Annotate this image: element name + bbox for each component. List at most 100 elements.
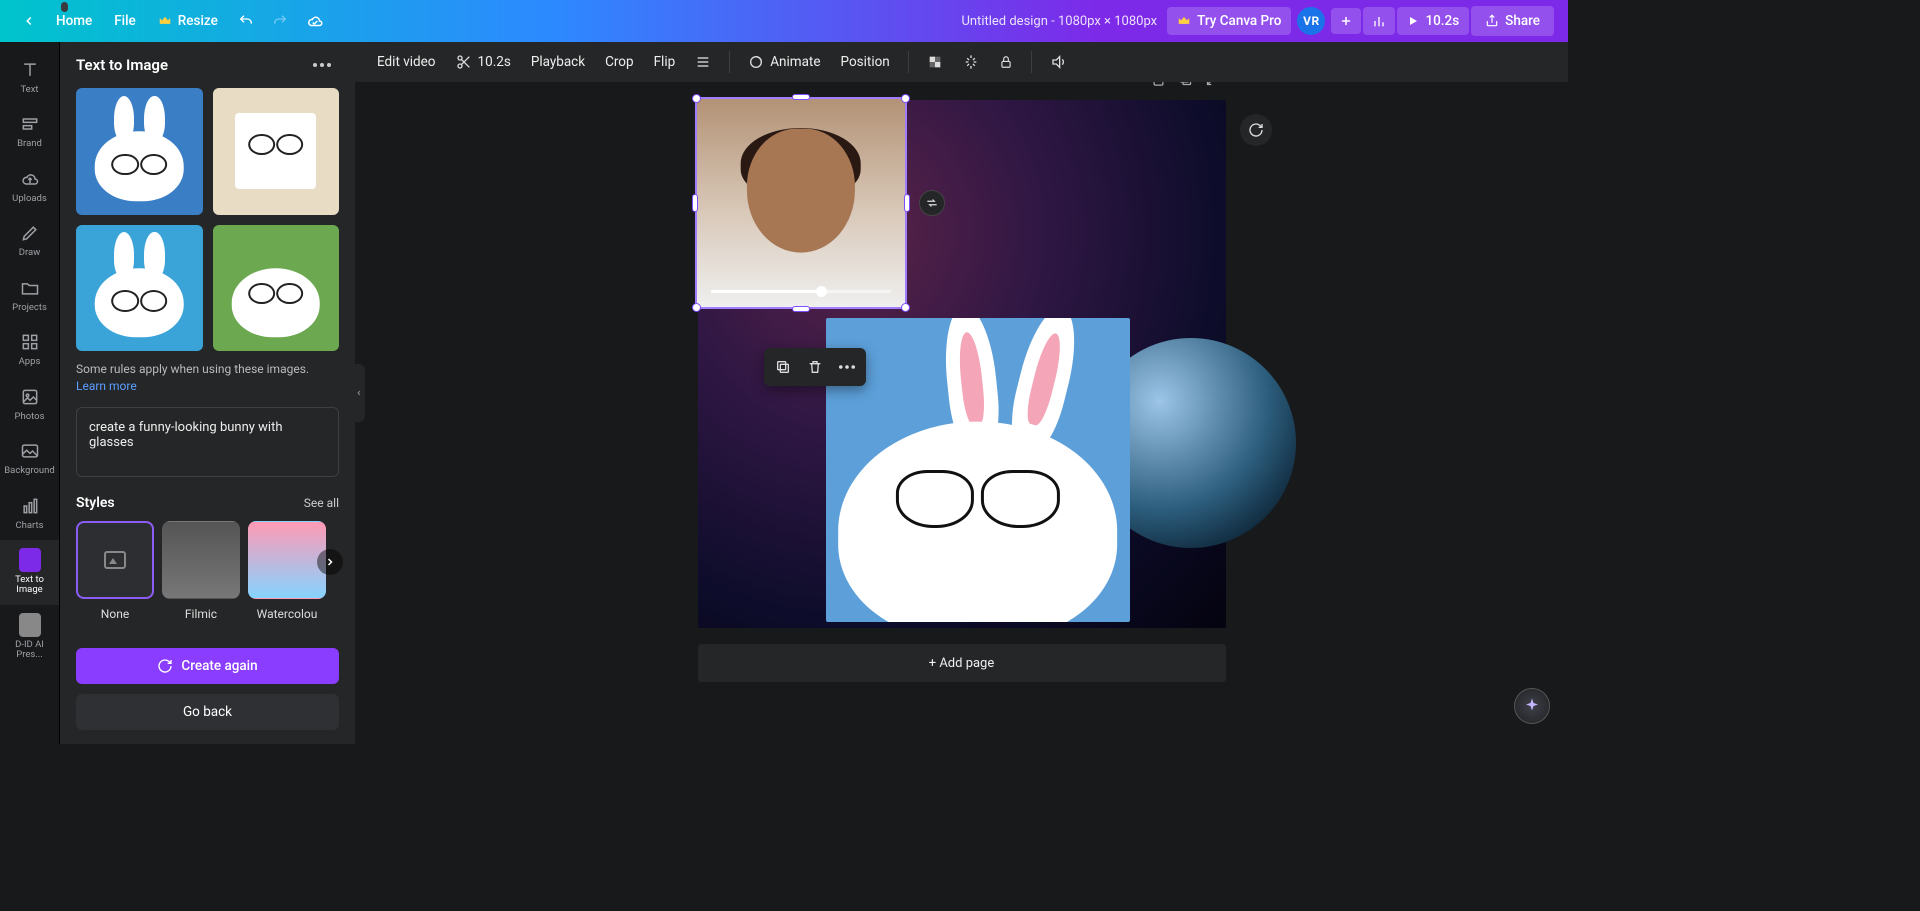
try-pro-button[interactable]: Try Canva Pro <box>1167 7 1291 35</box>
style-none[interactable]: None <box>76 521 154 621</box>
resize-handle[interactable] <box>692 94 701 103</box>
speaker-icon <box>1050 54 1068 70</box>
rail-text[interactable]: Text <box>0 50 59 104</box>
resize-handle[interactable] <box>792 94 810 100</box>
design-board[interactable] <box>698 100 1226 628</box>
style-name: None <box>101 607 129 621</box>
share-button[interactable]: Share <box>1471 6 1554 36</box>
panel-collapse-button[interactable] <box>353 364 365 422</box>
swap-button[interactable] <box>919 190 945 216</box>
create-again-button[interactable]: Create again <box>76 648 339 684</box>
flip-button[interactable]: Flip <box>646 48 684 76</box>
edit-video-button[interactable]: Edit video <box>369 48 444 76</box>
crop-button[interactable]: Crop <box>597 48 642 76</box>
rail-projects[interactable]: Projects <box>0 268 59 322</box>
prompt-input[interactable]: create a funny-looking bunny with glasse… <box>76 407 339 477</box>
document-title[interactable]: Untitled design - 1080px × 1080px <box>961 14 1157 29</box>
add-member-button[interactable] <box>1331 8 1361 34</box>
playback-button[interactable]: Playback <box>523 48 593 76</box>
trim-button[interactable]: 10.2s <box>448 48 519 76</box>
resize-handle[interactable] <box>901 94 910 103</box>
add-page-button[interactable]: + Add page <box>698 644 1226 682</box>
regenerate-fab[interactable] <box>1240 114 1272 146</box>
delete-button[interactable] <box>800 352 830 382</box>
selection-toolbar <box>764 348 866 386</box>
board-expand-icon[interactable] <box>1205 82 1220 87</box>
rail-uploads[interactable]: Uploads <box>0 159 59 213</box>
present-button[interactable]: 10.2s <box>1397 7 1469 35</box>
rail-did[interactable]: D-ID AI Pres... <box>0 605 59 670</box>
resize-button[interactable]: Resize <box>148 7 228 35</box>
result-thumb[interactable] <box>76 225 203 352</box>
position-button[interactable]: Position <box>833 48 898 76</box>
board-lock-icon[interactable] <box>1151 82 1166 87</box>
side-panel: Text to Image Some rules apply when usin… <box>60 42 355 744</box>
bunny-image[interactable] <box>826 318 1130 622</box>
play-icon <box>1407 15 1419 27</box>
redo-button[interactable] <box>264 7 296 35</box>
style-watercolour[interactable]: Watercolou <box>248 521 326 621</box>
rail-draw[interactable]: Draw <box>0 213 59 267</box>
context-toolbar: Edit video 10.2s Playback Crop Flip Anim… <box>355 42 1568 82</box>
panel-more-button[interactable] <box>305 57 339 73</box>
rail-tti-label: Text to Image <box>2 575 57 596</box>
go-back-button[interactable]: Go back <box>76 694 339 730</box>
canvas-area[interactable]: + Add page <box>355 82 1568 744</box>
learn-more-link[interactable]: Learn more <box>76 379 137 393</box>
resize-handle[interactable] <box>901 303 910 312</box>
back-button[interactable] <box>14 8 44 34</box>
home-button[interactable]: Home <box>46 7 102 35</box>
selected-video-element[interactable] <box>695 97 907 309</box>
rules-prefix: Some rules apply when using these images… <box>76 362 309 376</box>
rail-photos[interactable]: Photos <box>0 377 59 431</box>
rail-charts[interactable]: Charts <box>0 486 59 540</box>
rail-apps[interactable]: Apps <box>0 322 59 376</box>
avatar[interactable]: VR <box>1297 7 1325 35</box>
trash-icon <box>807 359 823 375</box>
assistant-fab[interactable] <box>1514 688 1550 724</box>
file-menu[interactable]: File <box>104 7 146 35</box>
styles-label: Styles <box>76 495 115 511</box>
rail-text-to-image[interactable]: Text to Image <box>0 540 59 605</box>
animate-button[interactable]: Animate <box>740 48 828 76</box>
more-button[interactable] <box>832 352 862 382</box>
cloud-upload-icon <box>20 169 40 189</box>
resize-handle[interactable] <box>692 303 701 312</box>
present-duration: 10.2s <box>1425 13 1459 29</box>
cloud-sync-button[interactable] <box>298 6 332 36</box>
resize-handle[interactable] <box>692 194 698 212</box>
insights-button[interactable] <box>1363 7 1395 35</box>
volume-button[interactable] <box>1042 48 1076 76</box>
info-button[interactable] <box>955 48 987 76</box>
pencil-icon <box>20 223 40 243</box>
board-duplicate-icon[interactable] <box>1178 82 1193 87</box>
rail-photos-label: Photos <box>15 412 45 422</box>
duplicate-button[interactable] <box>768 352 798 382</box>
style-filmic[interactable]: Filmic <box>162 521 240 621</box>
header-left: Home File Resize <box>14 6 332 36</box>
style-name: Filmic <box>185 607 217 621</box>
resize-handle[interactable] <box>792 306 810 312</box>
side-rail: Text Brand Uploads Draw Projects Apps Ph… <box>0 42 60 744</box>
align-button[interactable] <box>687 48 719 76</box>
brand-icon <box>20 114 40 134</box>
panel-scroll[interactable]: Some rules apply when using these images… <box>60 88 355 638</box>
share-label: Share <box>1505 13 1540 29</box>
grid-icon <box>20 332 40 352</box>
see-all-link[interactable]: See all <box>304 496 339 510</box>
undo-button[interactable] <box>230 7 262 35</box>
result-thumb[interactable] <box>76 88 203 215</box>
resize-handle[interactable] <box>904 194 910 212</box>
panel-header: Text to Image <box>60 42 355 88</box>
rail-background[interactable]: Background <box>0 431 59 485</box>
result-thumb[interactable] <box>213 225 340 352</box>
video-progress[interactable] <box>711 290 891 293</box>
styles-next-button[interactable] <box>317 549 343 575</box>
rail-brand[interactable]: Brand <box>0 104 59 158</box>
resize-label: Resize <box>178 13 218 29</box>
transparency-button[interactable] <box>919 48 951 76</box>
lock-button[interactable] <box>991 48 1021 76</box>
scissors-icon <box>456 54 472 70</box>
share-icon <box>1485 14 1499 28</box>
result-thumb[interactable] <box>213 88 340 215</box>
